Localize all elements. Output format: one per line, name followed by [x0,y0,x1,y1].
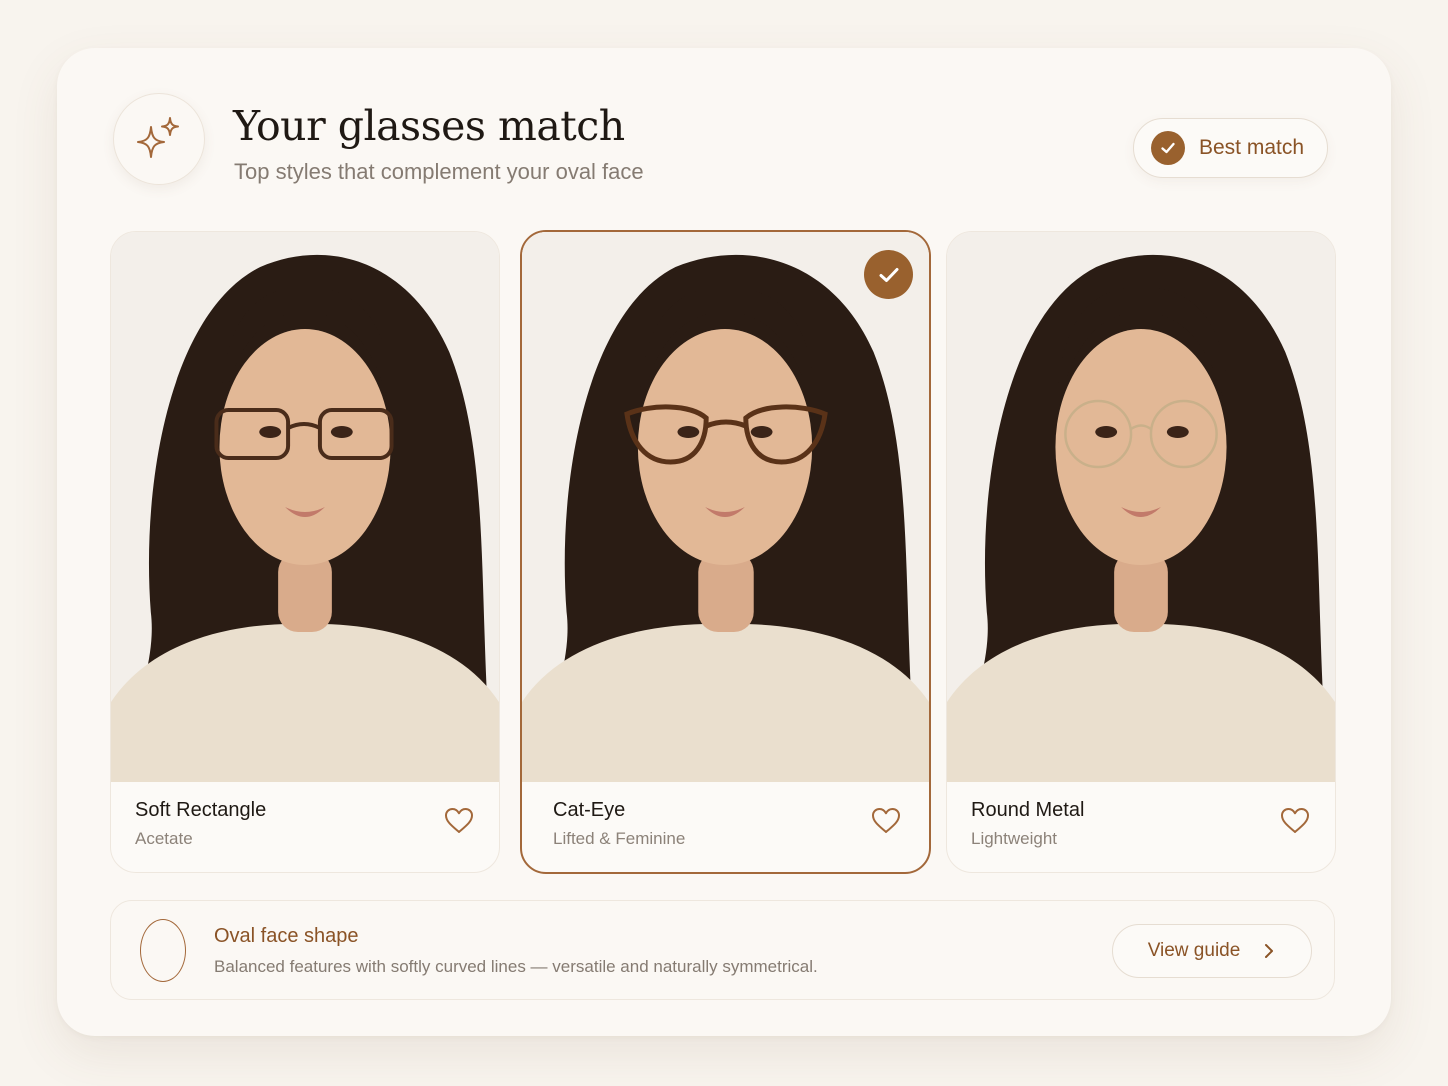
option-material: Acetate [135,829,193,848]
option-name: Soft Rectangle [135,799,267,821]
heart-icon[interactable] [443,805,475,837]
sparkles-icon [137,117,179,158]
face-shape-description: Balanced features with softly curved lin… [214,957,818,976]
heart-icon[interactable] [870,805,902,837]
glasses-option-card[interactable]: Soft Rectangle Acetate [110,231,500,873]
portrait-photo [947,232,1335,782]
view-guide-button[interactable]: View guide [1112,924,1312,978]
glasses-match-card: Your glasses match Top styles that compl… [57,48,1391,1036]
view-guide-label: View guide [1147,940,1241,961]
best-match-label: Best match [1199,136,1305,159]
portrait-photo [111,232,499,782]
best-match-button[interactable]: Best match [1133,118,1328,178]
page-subtitle: Top styles that complement your oval fac… [234,159,644,184]
option-name: Cat-Eye [553,799,626,821]
chevron-right-icon [1265,944,1274,958]
glasses-option-card[interactable]: Round Metal Lightweight [946,231,1336,873]
portrait-photo [522,232,929,782]
check-icon [1151,131,1185,165]
sparkles-badge [113,93,205,185]
face-shape-title: Oval face shape [214,925,359,947]
oval-face-icon [140,919,186,982]
heart-icon[interactable] [1279,805,1311,837]
page-title: Your glasses match [233,102,625,150]
face-shape-info: Oval face shape Balanced features with s… [110,900,1335,1000]
option-material: Lightweight [971,829,1058,848]
selected-check-icon [864,250,913,299]
glasses-option-card-selected[interactable]: Cat-Eye Lifted & Feminine [520,230,931,874]
option-name: Round Metal [971,799,1085,821]
option-material: Lifted & Feminine [553,829,686,848]
